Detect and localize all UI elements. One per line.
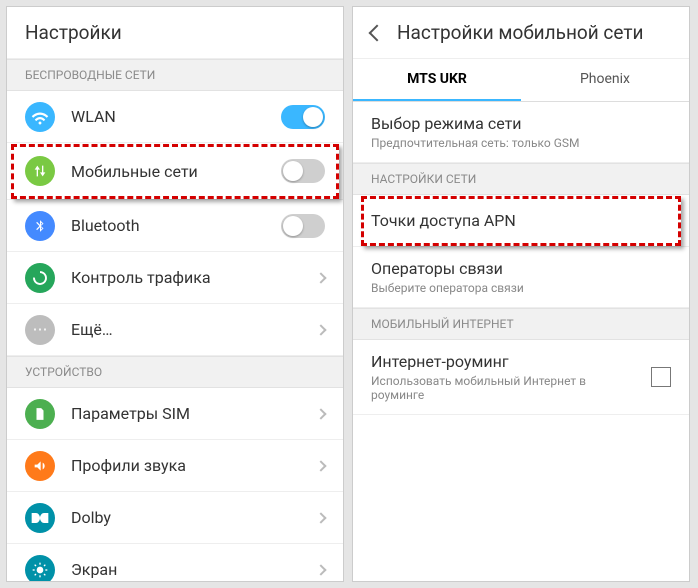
roaming-checkbox[interactable]	[651, 367, 671, 387]
mobile-toggle[interactable]	[281, 159, 325, 183]
row-dolby[interactable]: Dolby	[7, 492, 343, 544]
right-phone: Настройки мобильной сети MTS UKR Phoenix…	[352, 6, 690, 582]
operators-sub: Выберите оператора связи	[371, 281, 671, 295]
wlan-label: WLAN	[71, 107, 281, 126]
network-mode-title: Выбор режима сети	[371, 114, 671, 133]
sim-label: Параметры SIM	[71, 404, 317, 423]
left-phone: Настройки БЕСПРОВОДНЫЕ СЕТИ WLAN Мобильн…	[6, 6, 344, 582]
traffic-label: Контроль трафика	[71, 268, 317, 287]
sim-tabs: MTS UKR Phoenix	[353, 59, 689, 102]
page-title: Настройки	[25, 21, 122, 44]
chevron-right-icon	[315, 460, 326, 471]
mobile-settings-header: Настройки мобильной сети	[353, 7, 689, 59]
page-title: Настройки мобильной сети	[397, 21, 643, 44]
row-wlan[interactable]: WLAN	[7, 91, 343, 143]
section-wireless: БЕСПРОВОДНЫЕ СЕТИ	[7, 59, 343, 91]
sim-icon	[25, 399, 55, 429]
more-label: Ещё…	[71, 320, 317, 339]
network-mode-sub: Предпочтительная сеть: только GSM	[371, 136, 671, 150]
row-screen[interactable]: Экран	[7, 544, 343, 582]
more-icon: ⋯	[25, 315, 55, 345]
row-more[interactable]: ⋯ Ещё…	[7, 304, 343, 356]
apn-title: Точки доступа APN	[371, 211, 671, 230]
tab-mts[interactable]: MTS UKR	[353, 59, 521, 101]
sound-label: Профили звука	[71, 456, 317, 475]
screen-label: Экран	[71, 560, 317, 579]
bluetooth-icon	[25, 211, 55, 241]
traffic-icon	[25, 263, 55, 293]
row-apn[interactable]: Точки доступа APN	[353, 195, 689, 247]
section-device: УСТРОЙСТВО	[7, 356, 343, 388]
row-traffic[interactable]: Контроль трафика	[7, 252, 343, 304]
roaming-title: Интернет-роуминг	[371, 352, 637, 371]
back-icon[interactable]	[369, 24, 386, 41]
screen-icon	[25, 555, 55, 583]
row-operators[interactable]: Операторы связи Выберите оператора связи	[353, 247, 689, 308]
chevron-right-icon	[315, 408, 326, 419]
chevron-right-icon	[315, 272, 326, 283]
operators-title: Операторы связи	[371, 259, 671, 278]
bluetooth-label: Bluetooth	[71, 216, 281, 235]
wifi-icon	[25, 102, 55, 132]
mobile-label: Мобильные сети	[71, 162, 281, 181]
row-network-mode[interactable]: Выбор режима сети Предпочтительная сеть:…	[353, 102, 689, 163]
chevron-right-icon	[315, 512, 326, 523]
row-sim[interactable]: Параметры SIM	[7, 388, 343, 440]
section-mobile-internet: МОБИЛЬНЫЙ ИНТЕРНЕТ	[353, 308, 689, 340]
chevron-right-icon	[315, 324, 326, 335]
row-roaming[interactable]: Интернет-роуминг Использовать мобильный …	[353, 340, 689, 415]
row-mobile-networks[interactable]: Мобильные сети	[7, 143, 343, 200]
section-network-settings: НАСТРОЙКИ СЕТИ	[353, 163, 689, 195]
mobile-data-icon	[25, 156, 55, 186]
bluetooth-toggle[interactable]	[281, 214, 325, 238]
dolby-icon	[25, 503, 55, 533]
sound-icon	[25, 451, 55, 481]
chevron-right-icon	[315, 564, 326, 575]
settings-header: Настройки	[7, 7, 343, 59]
wlan-toggle[interactable]	[281, 105, 325, 129]
row-sound[interactable]: Профили звука	[7, 440, 343, 492]
row-bluetooth[interactable]: Bluetooth	[7, 200, 343, 252]
dolby-label: Dolby	[71, 508, 317, 527]
roaming-sub: Использовать мобильный Интернет в роумин…	[371, 374, 637, 402]
tab-phoenix[interactable]: Phoenix	[521, 59, 689, 101]
